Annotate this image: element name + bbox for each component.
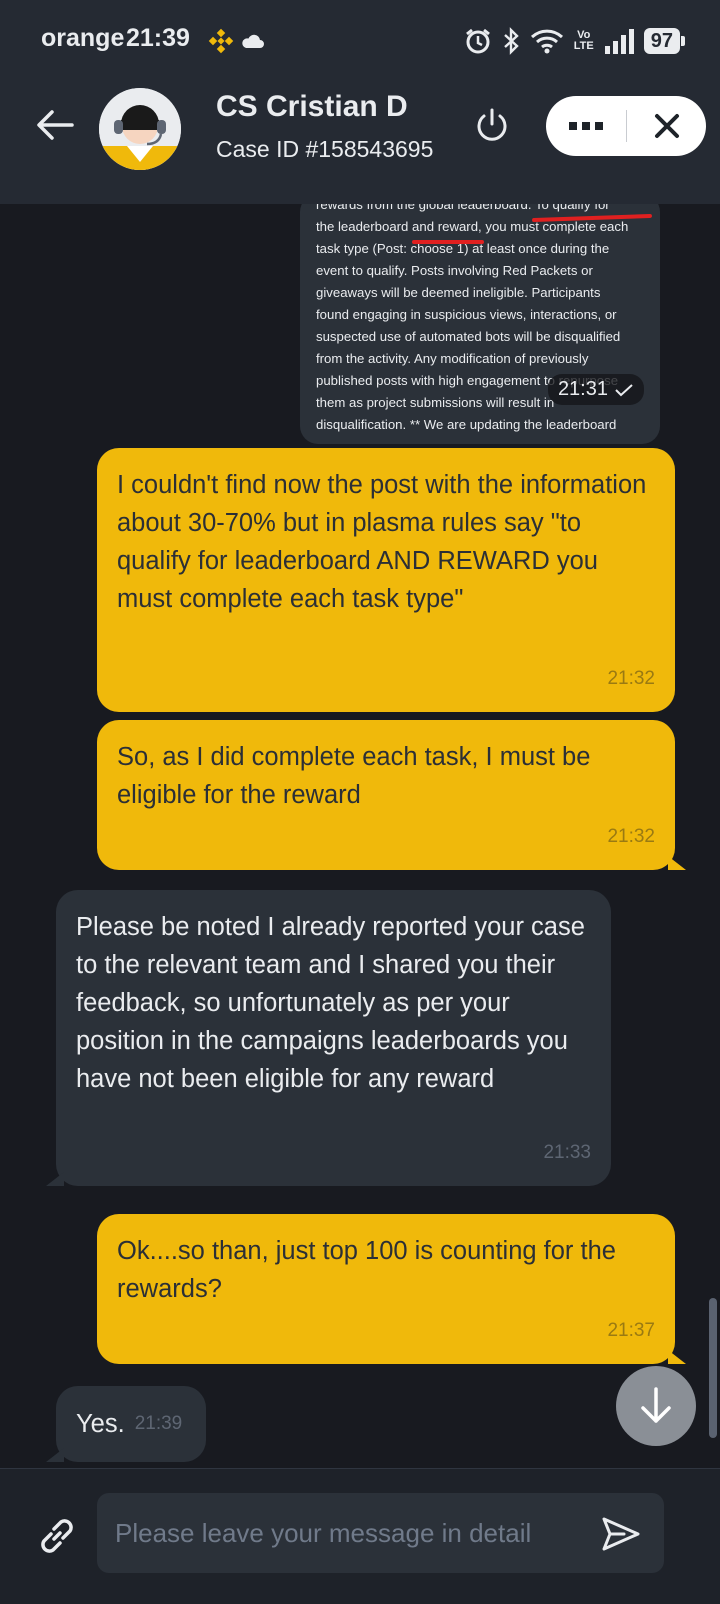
outgoing-message[interactable]: So, as I did complete each task, I must …: [97, 720, 675, 870]
link-icon[interactable]: [34, 1513, 80, 1559]
incoming-message[interactable]: Please be noted I already reported your …: [56, 890, 611, 1186]
signal-icon: [604, 29, 634, 54]
cloud-icon: [242, 34, 264, 48]
message-text: Yes.: [76, 1410, 125, 1438]
binance-icon: [208, 28, 234, 54]
image-message-time-text: 21:31: [557, 378, 608, 400]
message-text: Ok....so than, just top 100 is counting …: [117, 1237, 616, 1303]
agent-avatar-icon: [99, 88, 181, 170]
battery-level: 97: [643, 28, 686, 54]
close-icon: [654, 114, 679, 138]
bluetooth-icon: [503, 27, 519, 55]
wifi-icon: [530, 29, 563, 54]
agent-avatar: [99, 88, 181, 170]
scroll-to-bottom-button[interactable]: [616, 1366, 696, 1446]
case-id: Case ID #158543695: [216, 136, 434, 162]
back-arrow-icon[interactable]: [34, 104, 76, 146]
message-input[interactable]: [97, 1493, 664, 1573]
chat-area[interactable]: rewards from the global leaderboard. To …: [0, 204, 720, 1468]
message-time: 21:32: [607, 668, 655, 689]
outgoing-message[interactable]: I couldn't find now the post with the in…: [97, 448, 675, 712]
volte-indicator: Vo LTE: [574, 30, 594, 52]
top-bar: orange 21:39 Vo LTE 97 CS Cristian D Cas…: [0, 0, 720, 204]
check-icon: [615, 383, 633, 396]
outgoing-message[interactable]: Ok....so than, just top 100 is counting …: [97, 1214, 675, 1364]
more-icon: [569, 122, 603, 130]
alarm-icon: [465, 28, 490, 54]
status-icons: Vo LTE 97: [464, 24, 686, 58]
message-time: 21:32: [607, 826, 655, 847]
status-clock: 21:39: [126, 24, 190, 52]
message-text: I couldn't find now the post with the in…: [117, 471, 647, 613]
image-message-time: 21:31: [547, 374, 644, 405]
more-button[interactable]: [546, 96, 626, 156]
message-time: 21:37: [607, 1320, 655, 1341]
agent-name: CS Cristian D: [216, 90, 408, 123]
red-underline: [412, 240, 484, 244]
incoming-message[interactable]: Yes. 21:39: [56, 1386, 206, 1462]
message-time: 21:39: [134, 1413, 183, 1434]
message-text: So, as I did complete each task, I must …: [117, 743, 591, 809]
close-button[interactable]: [627, 96, 706, 156]
message-composer: [0, 1468, 720, 1604]
carrier-name: orange: [41, 24, 125, 52]
status-bar: orange 21:39 Vo LTE 97: [0, 0, 720, 82]
chat-header: CS Cristian D Case ID #158543695: [0, 82, 720, 204]
image-message[interactable]: rewards from the global leaderboard. To …: [300, 204, 660, 444]
header-action-pill: [546, 96, 706, 156]
power-icon[interactable]: [474, 106, 510, 146]
message-text: Please be noted I already reported your …: [76, 913, 585, 1093]
arrow-down-icon: [641, 1387, 671, 1423]
send-icon[interactable]: [600, 1513, 642, 1555]
volte-label-bottom: LTE: [573, 40, 594, 52]
message-time: 21:33: [543, 1142, 591, 1163]
scrollbar-thumb[interactable]: [709, 1298, 717, 1438]
